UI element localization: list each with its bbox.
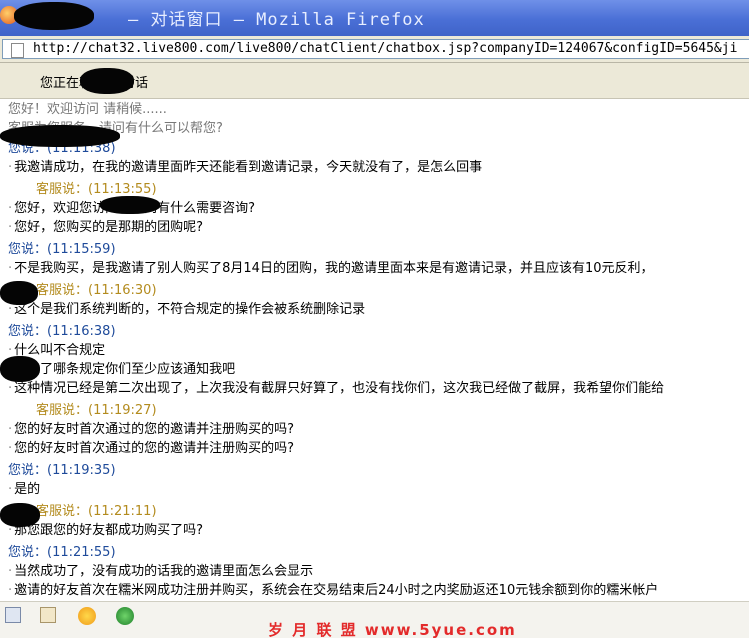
redaction-mark xyxy=(100,196,160,214)
message-line: 邀请的好友首次在糯米网成功注册并购买，系统会在交易结束后24小时之内奖励返还10… xyxy=(8,582,658,599)
message-line: 当然成功了，没有成功的话我的邀请里面怎么会显示 xyxy=(8,563,313,580)
window-title: — 对话窗口 — Mozilla Firefox xyxy=(128,10,425,30)
url-text[interactable]: http://chat32.live800.com/live800/chatCl… xyxy=(33,41,737,56)
redaction-mark xyxy=(14,2,94,30)
save-icon[interactable] xyxy=(5,607,21,623)
address-bar: http://chat32.live800.com/live800/chatCl… xyxy=(0,36,749,63)
chat-status-bar: 您正在和 客服对话 xyxy=(0,63,749,99)
message-line: 您的好友时首次通过的您的邀请并注册购买的吗? xyxy=(8,421,294,438)
redaction-mark xyxy=(0,356,40,382)
agent-speaker-header: 客服说：(11:21:11) xyxy=(36,504,157,519)
message-line: 不是我购买，是我邀请了别人购买了8月14日的团购，我的邀请里面本来是有邀请记录，… xyxy=(8,260,653,277)
message-line: 不合了哪条规定你们至少应该通知我吧 xyxy=(8,361,235,378)
emoticon-icon[interactable] xyxy=(78,607,96,625)
redaction-mark xyxy=(0,503,40,527)
system-message: 您好！欢迎访问 请稍候...... xyxy=(8,102,167,117)
edit-icon[interactable] xyxy=(40,607,56,623)
agent-speaker-header: 客服说：(11:16:30) xyxy=(36,283,157,298)
message-line: 那您跟您的好友都成功购买了吗? xyxy=(8,522,203,539)
redaction-mark xyxy=(0,281,38,305)
page-icon xyxy=(11,43,24,58)
user-speaker-header: 您说：(11:19:35) xyxy=(8,463,116,478)
chat-toolbar: 岁 月 联 盟 www.5yue.com xyxy=(0,601,749,639)
window-titlebar: — 对话窗口 — Mozilla Firefox xyxy=(0,0,749,36)
message-line: 是的 xyxy=(8,481,40,498)
agent-speaker-header: 客服说：(11:19:27) xyxy=(36,403,157,418)
user-speaker-header: 您说：(11:15:59) xyxy=(8,242,116,257)
redaction-mark xyxy=(0,125,120,147)
user-speaker-header: 您说：(11:21:55) xyxy=(8,545,116,560)
url-field[interactable]: http://chat32.live800.com/live800/chatCl… xyxy=(2,39,749,59)
message-line: 您好，您购买的是那期的团购呢? xyxy=(8,219,203,236)
message-line: 这个是我们系统判断的，不符合规定的操作会被系统删除记录 xyxy=(8,301,365,318)
message-line: 您的好友时首次通过的您的邀请并注册购买的吗? xyxy=(8,440,294,457)
globe-icon[interactable] xyxy=(116,607,134,625)
message-line: 我邀请成功，在我的邀请里面昨天还能看到邀请记录，今天就没有了，是怎么回事 xyxy=(8,159,482,176)
chat-transcript: 您好！欢迎访问 请稍候...... 客服为您服务，请问有什么可以帮您? 您说：(1… xyxy=(0,99,749,601)
message-line: 这种情况已经是第二次出现了，上次我没有截屏只好算了，也没有找你们，这次我已经做了… xyxy=(8,380,664,397)
redaction-mark xyxy=(80,68,134,94)
user-speaker-header: 您说：(11:16:38) xyxy=(8,324,116,339)
